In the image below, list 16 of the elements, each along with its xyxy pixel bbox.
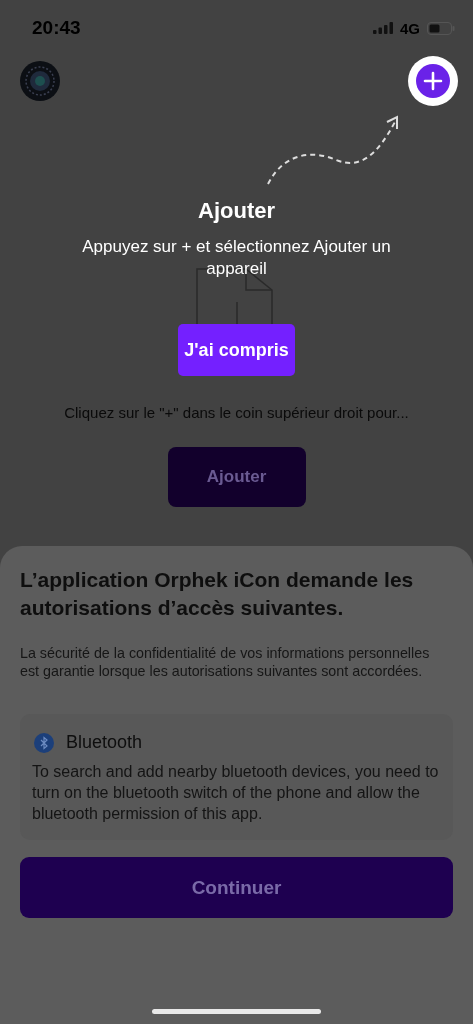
plus-icon — [416, 64, 450, 98]
status-time: 20:43 — [32, 17, 81, 39]
sheet-title: L’application Orphek iCon demande les autorisations d’accès suivantes. — [20, 567, 415, 621]
add-button[interactable] — [408, 56, 458, 106]
battery-icon — [427, 21, 455, 35]
permission-name: Bluetooth — [66, 732, 143, 753]
sheet-description: La sécurité de la confidentialité de vos informations personnelles est garantie lorsque les autorisations suivantes sont accordées. — [20, 644, 431, 680]
continue-button[interactable]: Continuer — [20, 857, 453, 918]
got-it-button[interactable]: J'ai compris — [178, 324, 295, 376]
coach-title: Ajouter — [198, 198, 275, 224]
permission-description: To search and add nearby bluetooth devices, you need to turn on the bluetooth switch of the phone and allow the bluetooth permission of this app. — [32, 762, 440, 824]
signal-icon — [373, 22, 395, 34]
add-device-button[interactable]: Ajouter — [167, 447, 306, 507]
coach-message: Appuyez sur + et sélectionnez Ajouter un appareil — [81, 236, 392, 280]
bluetooth-icon — [34, 732, 54, 753]
network-label: 4G — [400, 19, 420, 37]
